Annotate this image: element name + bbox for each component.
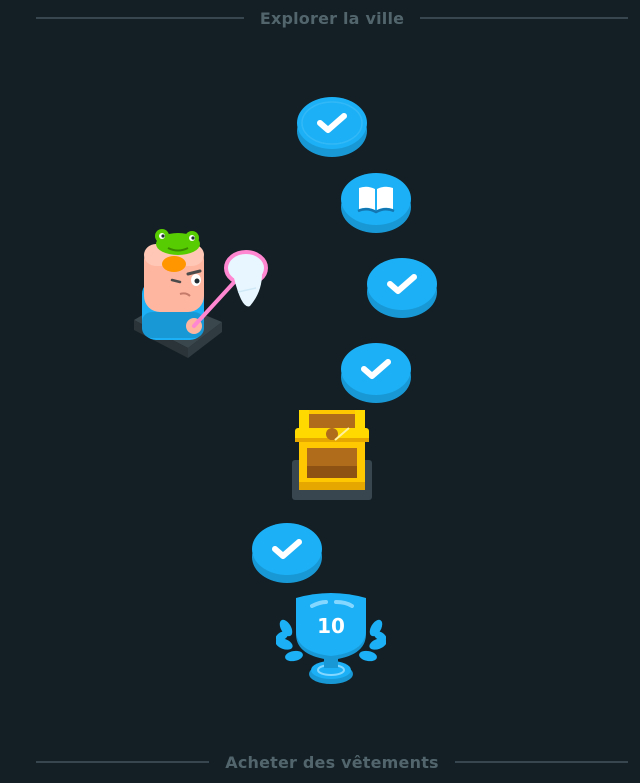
treasure-chest-reward[interactable] (291, 408, 373, 502)
section-divider-top: Explorer la ville (36, 6, 628, 30)
divider-line (36, 761, 210, 763)
lesson-node-completed[interactable] (367, 255, 437, 319)
frog-icon (155, 229, 200, 255)
character-illustration (130, 222, 272, 364)
trophy-icon (275, 593, 387, 684)
divider-line (36, 17, 244, 19)
section-divider-bottom: Acheter des vêtements (36, 750, 629, 774)
lesson-node-completed[interactable] (341, 340, 411, 404)
section-title-top: Explorer la ville (259, 8, 405, 28)
lesson-node-completed[interactable] (252, 520, 322, 584)
divider-line (454, 761, 629, 763)
section-title-bottom: Acheter des vêtements (225, 752, 439, 772)
unit-trophy[interactable]: 10 (275, 590, 387, 690)
lesson-node-story[interactable] (341, 170, 411, 234)
learning-path: Explorer la ville 10 Acheter des vêtemen… (0, 0, 640, 783)
divider-line (420, 17, 628, 19)
lesson-node-completed[interactable] (297, 94, 367, 158)
trophy-level-label: 10 (317, 614, 345, 638)
treasure-chest-icon (292, 410, 372, 500)
